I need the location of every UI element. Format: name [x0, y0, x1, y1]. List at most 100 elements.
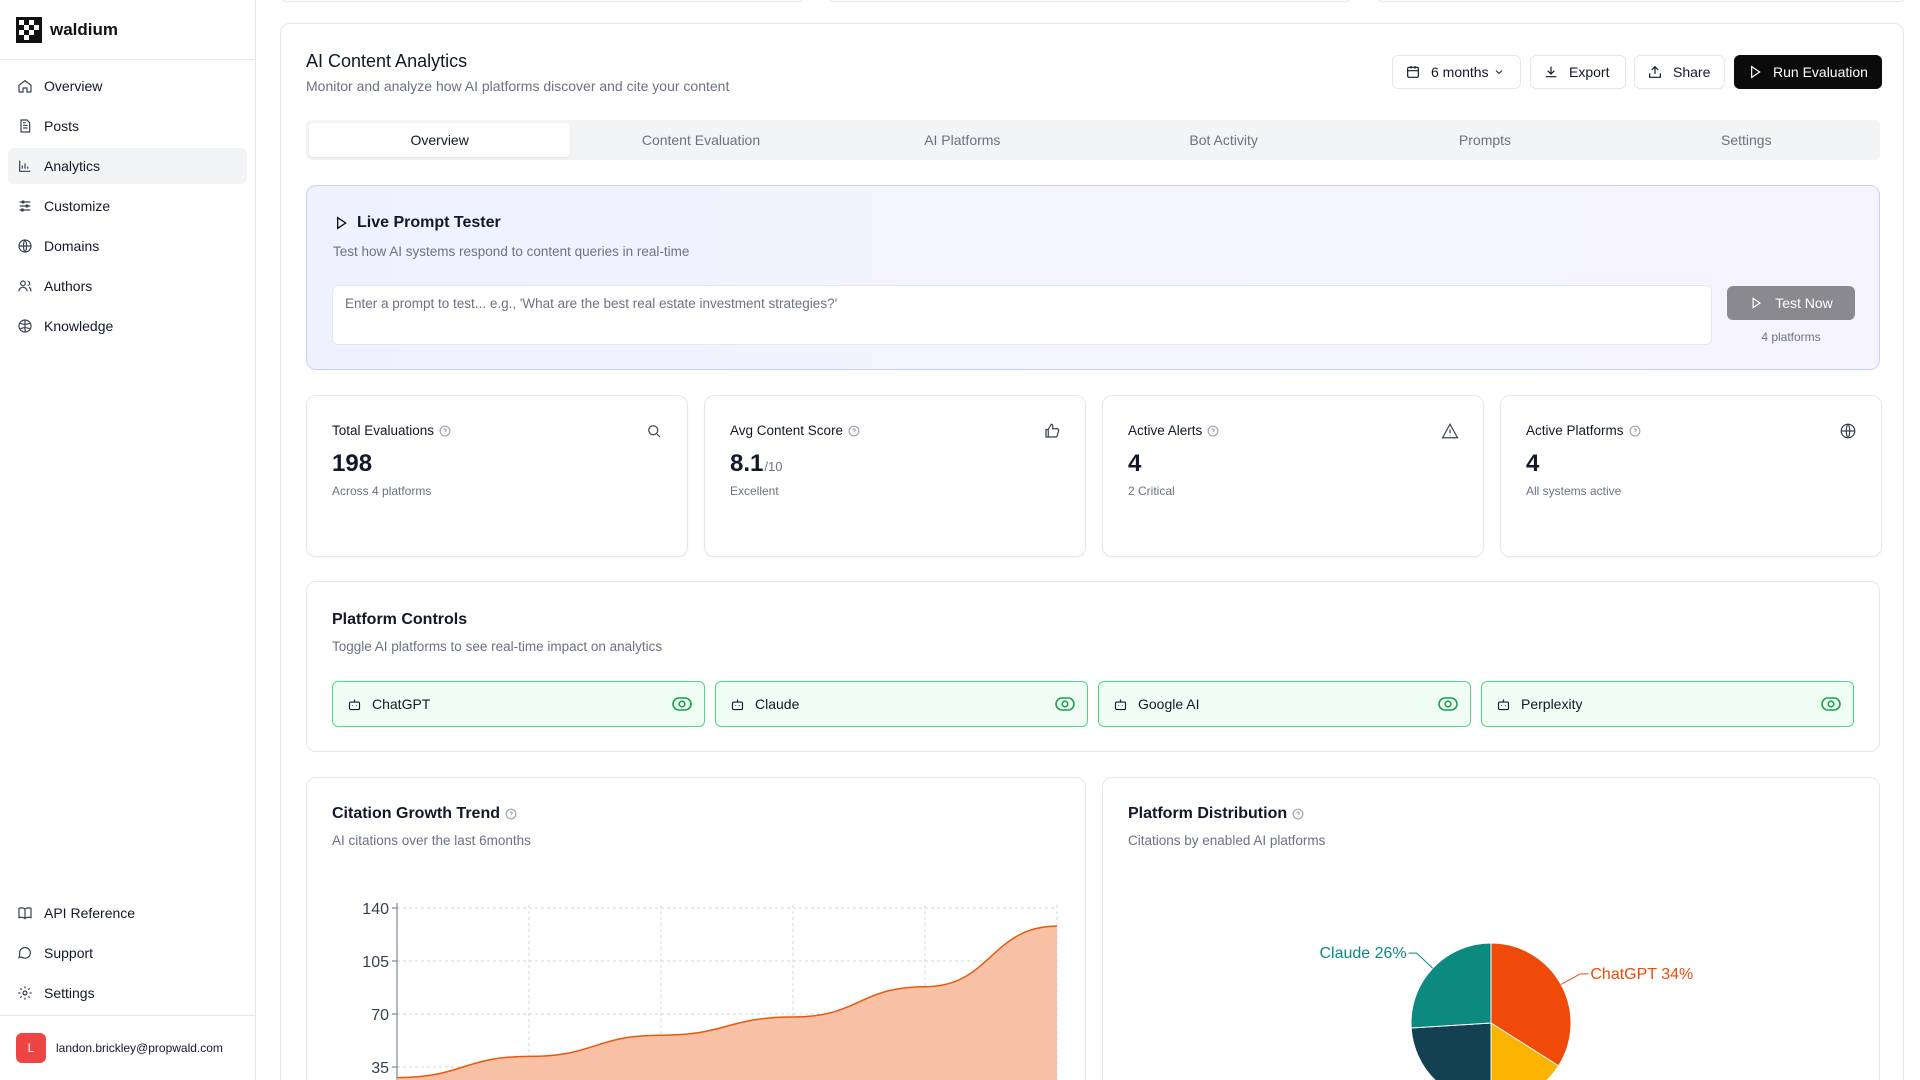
sidebar-item-label: API Reference	[44, 905, 136, 921]
tab-content-evaluation[interactable]: Content Evaluation	[570, 123, 831, 157]
stat-label-text: Avg Content Score	[730, 423, 844, 438]
page-title: AI Content Analytics	[306, 51, 468, 71]
sidebar-item-authors[interactable]: Authors	[8, 268, 247, 304]
tester-title-text: Live Prompt Tester	[357, 214, 501, 231]
sidebar-item-support[interactable]: Support	[8, 935, 248, 971]
date-range-label: 6 months	[1431, 64, 1489, 80]
date-range-select[interactable]: 6 months	[1392, 55, 1521, 89]
stat-label-text: Active Alerts	[1128, 423, 1203, 438]
page-subtitle: Monitor and analyze how AI platforms dis…	[306, 78, 730, 94]
calendar-icon	[1407, 66, 1419, 78]
share-icon	[1649, 65, 1661, 78]
sidebar-item-label: Posts	[44, 118, 80, 134]
eye-icon[interactable]	[1821, 696, 1841, 712]
alert-triangle-icon	[1441, 423, 1459, 439]
platform-toggle-perplexity[interactable]: Perplexity	[1481, 681, 1854, 727]
sidebar-item-overview[interactable]: Overview	[8, 68, 247, 104]
bot-icon	[731, 699, 744, 710]
sidebar-bottom-nav: API Reference Support Settings	[0, 895, 256, 1015]
platform-distribution-panel: Platform Distribution Citations by enabl…	[1102, 777, 1880, 1080]
platform-toggle-chatgpt[interactable]: ChatGPT	[332, 681, 705, 727]
bar-chart-icon	[16, 157, 34, 175]
tester-title: Live Prompt Tester	[333, 214, 501, 232]
test-now-label: Test Now	[1775, 295, 1833, 311]
help-icon[interactable]	[439, 425, 451, 437]
sidebar-item-label: Domains	[44, 238, 100, 254]
sidebar-item-domains[interactable]: Domains	[8, 228, 247, 264]
y-tick-label: 70	[371, 1007, 389, 1024]
play-icon	[1751, 65, 1761, 79]
tab-prompts[interactable]: Prompts	[1354, 123, 1615, 157]
sidebar-item-api-reference[interactable]: API Reference	[8, 895, 248, 931]
user-email: landon.brickley@propwald.com	[56, 1041, 223, 1055]
knowledge-icon	[16, 317, 34, 335]
sidebar-item-analytics[interactable]: Analytics	[8, 148, 247, 184]
citation-trend-chart: 35 70 105 140	[362, 901, 1058, 1080]
thumbs-up-icon	[1045, 423, 1060, 438]
stat-card-avg-content-score: Avg Content Score 8.1/10 Excellent	[704, 395, 1086, 557]
y-tick-label: 35	[371, 1060, 389, 1077]
sidebar-item-customize[interactable]: Customize	[8, 188, 247, 224]
card-edge	[1378, 0, 1904, 2]
sidebar-item-label: Analytics	[44, 158, 101, 174]
platform-toggle-claude[interactable]: Claude	[715, 681, 1088, 727]
sidebar-item-label: Knowledge	[44, 318, 114, 334]
platform-name: Claude	[755, 696, 800, 712]
analytics-tabs: Overview Content Evaluation AI Platforms…	[306, 120, 1880, 160]
stat-label: Active Platforms	[1526, 423, 1641, 438]
platform-toggle-google-ai[interactable]: Google AI	[1098, 681, 1471, 727]
run-evaluation-button[interactable]: Run Evaluation	[1734, 55, 1882, 89]
stat-label: Avg Content Score	[730, 423, 860, 438]
chevron-down-icon	[1495, 70, 1502, 75]
platform-controls: Platform Controls Toggle AI platforms to…	[306, 581, 1880, 752]
stat-value: 198	[332, 450, 373, 477]
live-prompt-tester: Live Prompt Tester Test how AI systems r…	[306, 185, 1880, 370]
user-menu[interactable]: L landon.brickley@propwald.com	[0, 1015, 256, 1080]
test-now-button[interactable]: Test Now	[1727, 286, 1855, 320]
pie-slice	[1410, 1022, 1492, 1080]
book-icon	[16, 904, 34, 922]
card-edge	[830, 0, 1350, 2]
tab-bot-activity[interactable]: Bot Activity	[1093, 123, 1354, 157]
download-icon	[1545, 66, 1557, 78]
sidebar-item-label: Overview	[44, 78, 103, 94]
help-icon[interactable]	[848, 425, 860, 437]
search-icon	[648, 425, 661, 438]
stat-subtext: All systems active	[1526, 484, 1622, 498]
citation-growth-panel: Citation Growth Trend AI citations over …	[306, 777, 1086, 1080]
sidebar-item-label: Support	[44, 945, 94, 961]
tab-settings[interactable]: Settings	[1616, 123, 1877, 157]
globe-icon	[1840, 423, 1856, 439]
sidebar-item-settings[interactable]: Settings	[8, 975, 248, 1011]
share-label: Share	[1673, 64, 1711, 80]
pie-label-leader	[1408, 952, 1434, 969]
run-evaluation-label: Run Evaluation	[1773, 64, 1868, 80]
tester-subtitle: Test how AI systems respond to content q…	[333, 244, 690, 259]
eye-icon[interactable]	[1438, 696, 1458, 712]
sidebar-item-posts[interactable]: Posts	[8, 108, 247, 144]
sidebar-nav: Overview Posts Analytics Customize Domai…	[0, 60, 255, 356]
eye-icon[interactable]	[1055, 696, 1075, 712]
help-icon[interactable]	[1207, 425, 1219, 437]
share-button[interactable]: Share	[1634, 55, 1725, 89]
waldium-logo	[16, 16, 42, 43]
platform-name: Google AI	[1138, 696, 1200, 712]
eye-icon[interactable]	[672, 696, 692, 712]
sidebar-item-knowledge[interactable]: Knowledge	[8, 308, 247, 344]
stat-subtext: Across 4 platforms	[332, 484, 432, 498]
platform-count-note: 4 platforms	[1761, 330, 1821, 344]
tab-overview[interactable]: Overview	[309, 123, 571, 157]
trend-area	[397, 926, 1057, 1080]
bot-icon	[1497, 699, 1510, 710]
bot-icon	[348, 699, 361, 710]
export-button[interactable]: Export	[1530, 55, 1626, 89]
pie-label-leader	[1560, 973, 1589, 985]
stat-label: Total Evaluations	[332, 423, 451, 438]
prompt-input[interactable]	[332, 285, 1712, 345]
stat-subtext: Excellent	[730, 484, 779, 498]
brand[interactable]: waldium	[0, 0, 255, 60]
help-icon[interactable]	[1629, 425, 1641, 437]
tab-ai-platforms[interactable]: AI Platforms	[832, 123, 1093, 157]
sidebar: waldium Overview Posts Analytics Customi…	[0, 0, 256, 1080]
home-icon	[16, 77, 34, 95]
